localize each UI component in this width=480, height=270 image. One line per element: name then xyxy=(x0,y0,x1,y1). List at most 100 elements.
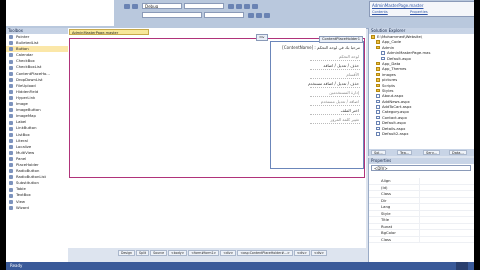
toolbox-item-label: View xyxy=(16,198,26,204)
tag-crumb[interactable]: <asp:ContentPlaceHolder#...> xyxy=(237,250,293,256)
tree-file[interactable]: Default2.aspx xyxy=(369,131,475,136)
property-row[interactable]: Class xyxy=(369,236,475,243)
control-icon xyxy=(9,59,13,64)
project-title[interactable]: AdminMasterPage.master xyxy=(372,3,423,8)
run-icon[interactable] xyxy=(124,4,130,9)
explorer-tabs: Sol... Tea... Serv... Data... xyxy=(369,149,475,156)
control-icon xyxy=(9,96,13,101)
contents-link[interactable]: Contents xyxy=(372,10,388,14)
document-tab[interactable]: AdminMasterPage.master xyxy=(69,29,149,35)
format-dropdown[interactable] xyxy=(142,12,202,18)
file-icon xyxy=(376,99,380,104)
properties-panel: Properties <DIV> Align (Id) Class Dir Lang St… xyxy=(368,158,475,262)
admin-menu-item[interactable]: تغيير كلمة المرور xyxy=(330,117,359,122)
toolbox-item-label: MultiView xyxy=(16,149,35,155)
tree-item-label: Default2.aspx xyxy=(382,131,409,137)
tag-crumb[interactable]: Source xyxy=(150,250,168,256)
control-icon xyxy=(9,175,13,180)
admin-menu-item[interactable]: الأقسام xyxy=(346,72,359,77)
font-dropdown[interactable] xyxy=(204,12,244,18)
left-black-bar xyxy=(0,0,6,270)
toolbox-item-label: RadioButtonList xyxy=(16,174,47,180)
properties-icon[interactable] xyxy=(244,4,250,9)
toolbox-item-label: CheckBox xyxy=(16,58,35,64)
admin-menu-item[interactable]: اختر الملف xyxy=(341,108,359,113)
admin-menu-item[interactable]: حذف / تعديل / اضافة xyxy=(323,63,359,68)
admin-menu-item[interactable]: اضافة / تعديل مستخدم xyxy=(321,99,359,104)
content-placeholder[interactable]: ContentPlaceHolder1 [ContentName] : مرحب… xyxy=(270,36,364,169)
tree-item-label: Contact.aspx xyxy=(382,114,407,120)
tree-item-label: Styles xyxy=(382,87,394,93)
tag-crumb[interactable]: <div> xyxy=(220,250,237,256)
italic-icon[interactable] xyxy=(256,13,262,18)
menu-separator xyxy=(310,69,360,70)
tree-item-label: App_Code xyxy=(382,39,402,45)
control-icon xyxy=(9,83,13,88)
menu-separator xyxy=(310,114,360,115)
toolbox-item-label: TextBox xyxy=(16,192,31,198)
find-icon[interactable] xyxy=(228,4,234,9)
resize-grip[interactable] xyxy=(456,262,468,270)
menu-separator xyxy=(310,96,360,97)
file-icon xyxy=(381,56,385,61)
file-icon xyxy=(376,105,380,109)
tag-crumb[interactable]: Design xyxy=(118,250,136,256)
toolbox-item-label: BulletedList xyxy=(16,40,39,46)
toolbox-icon[interactable] xyxy=(252,4,258,9)
toolbox-item-label: ContentPlaceHo... xyxy=(16,70,50,76)
bold-icon[interactable] xyxy=(248,13,254,18)
toolbox-item-label: PlaceHolder xyxy=(16,161,39,167)
toolbox-item-label: Literal xyxy=(16,137,28,143)
control-icon xyxy=(9,144,13,149)
toolbox-item[interactable]: Wizard xyxy=(6,205,68,211)
folder-icon xyxy=(376,72,380,77)
file-icon xyxy=(376,115,380,120)
properties-link[interactable]: Properties xyxy=(410,10,428,14)
tag-crumb[interactable]: <body> xyxy=(168,250,188,256)
control-icon xyxy=(9,138,13,143)
tree-item-label: Details.aspx xyxy=(382,125,406,131)
admin-menu-item[interactable]: إدارة المستخدمين xyxy=(329,90,359,95)
control-icon xyxy=(9,77,13,82)
toolbox-item-label: Button xyxy=(16,46,29,52)
folder-icon xyxy=(376,61,380,66)
object-dropdown[interactable]: <DIV> xyxy=(371,165,471,171)
menu-separator xyxy=(310,105,360,106)
tree-item-label: Admin xyxy=(382,44,395,50)
admin-menu-item[interactable]: حذف / تعديل / اضافة مستخدم xyxy=(308,81,359,86)
step-icon[interactable] xyxy=(132,4,138,9)
tree-item-label: About.aspx xyxy=(382,93,404,99)
explorer-tab[interactable]: Data... xyxy=(449,150,467,155)
solution-explorer-icon[interactable] xyxy=(236,4,242,9)
control-icon xyxy=(9,35,13,40)
tag-crumb[interactable]: <div> xyxy=(293,250,310,256)
toolbox-item-label: Label xyxy=(16,119,27,125)
tree-item-label: pictures xyxy=(382,77,398,83)
view-bar: Design Split Source <body> <form#form1> <div>… xyxy=(68,248,366,262)
properties-title: Properties xyxy=(369,158,475,164)
file-icon xyxy=(376,110,380,114)
explorer-tab[interactable]: Sol... xyxy=(371,150,386,155)
toolbox-item-label: DropDownList xyxy=(16,76,43,82)
admin-menu-item[interactable]: لوحة التحكم xyxy=(339,54,359,59)
control-icon xyxy=(9,157,13,162)
status-bar: Ready xyxy=(6,262,474,270)
platform-dropdown[interactable] xyxy=(184,3,224,9)
control-icon xyxy=(9,163,13,168)
tag-crumb[interactable]: Split xyxy=(136,250,150,256)
explorer-tab[interactable]: Tea... xyxy=(397,150,413,155)
tag-crumb[interactable]: <form#form1> xyxy=(188,250,220,256)
toolbox-item-label: HyperLink xyxy=(16,94,36,100)
underline-icon[interactable] xyxy=(264,13,270,18)
visual-studio-window: Debug AdminMasterPage.master Contents Pr… xyxy=(0,0,480,270)
design-surface[interactable]: Div ContentPlaceHolder1 [ContentName] : … xyxy=(69,34,365,178)
toolbox-item-label: Substitution xyxy=(16,180,39,186)
explorer-tab[interactable]: Serv... xyxy=(423,150,440,155)
toolbox-item-label: ListBox xyxy=(16,131,30,137)
tag-crumb[interactable]: <div> xyxy=(310,250,328,256)
config-dropdown[interactable]: Debug xyxy=(142,3,182,9)
project-info-box: AdminMasterPage.master Contents Properti… xyxy=(369,1,477,17)
control-icon xyxy=(9,181,13,186)
tree-item-label: AddNews.aspx xyxy=(382,98,410,104)
control-icon xyxy=(9,126,13,131)
